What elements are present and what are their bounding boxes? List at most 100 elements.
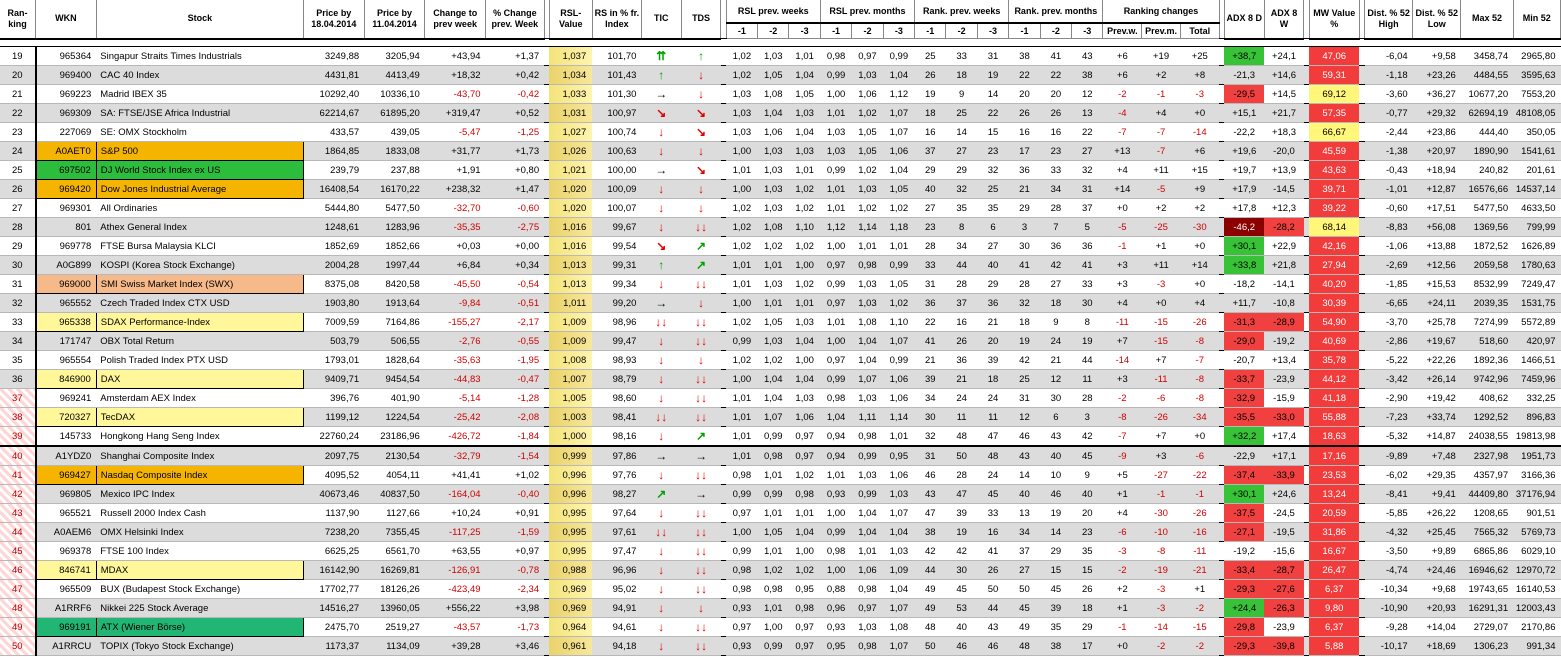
table-row[interactable]: 26 969420 Dow Jones Industrial Average 1640…	[0, 179, 1561, 199]
header-tds[interactable]: TDS	[681, 0, 722, 40]
table-row[interactable]: 44 A0AEM6 OMX Helsinki Index 7238,20 7355,45…	[0, 522, 1561, 542]
rsl-month-cell: 0,98	[820, 388, 852, 408]
table-row[interactable]: 21 969223 Madrid IBEX 35 10292,40 10336,10 -4…	[0, 84, 1561, 104]
header-mw-value[interactable]: MW Value %	[1309, 0, 1360, 40]
min-52-cell: 901,51	[1513, 503, 1561, 523]
rank-month-cell: 16	[1008, 122, 1041, 142]
rank-week-cell: 32	[914, 426, 946, 447]
table-row[interactable]: 46 846741 MDAX 16142,90 16269,81 -126,91 -0,78…	[0, 560, 1561, 580]
rank-week-cell: 33	[977, 503, 1009, 523]
table-row[interactable]: 49 969191 ATX (Wiener Börse) 2475,70 2519,27…	[0, 617, 1561, 637]
table-row[interactable]: 29 969778 FTSE Bursa Malaysia KLCI 1852,69 1…	[0, 236, 1561, 256]
header-dist-high[interactable]: Dist. % 52 High	[1364, 0, 1414, 40]
adx-8w-cell: +21,8	[1264, 255, 1304, 275]
header-stock[interactable]: Stock	[96, 0, 304, 40]
max-52-cell: 1292,52	[1460, 407, 1514, 427]
header-change[interactable]: Change to prev week	[424, 0, 487, 40]
rank-month-cell: 42	[1040, 255, 1072, 275]
table-row[interactable]: 37 969241 Amsterdam AEX Index 396,76 401,90-…	[0, 388, 1561, 408]
table-row[interactable]: 23 227069 SE: OMX Stockholm 433,57 439,05 -5,…	[0, 122, 1561, 142]
table-row[interactable]: 50 A1RRCU TOPIX (Tokyo Stock Exchange) 1173…	[0, 636, 1561, 656]
header-pct-change[interactable]: % Change prev. Week	[485, 0, 545, 40]
price-previous-cell: 1134,09	[364, 636, 425, 656]
rank-week-cell: 24	[977, 465, 1009, 485]
rank-week-cell: 25	[914, 46, 946, 66]
min-52-cell: 1466,51	[1513, 350, 1561, 370]
table-row[interactable]: 45 969378 FTSE 100 Index 6625,25 6561,70 +63,…	[0, 541, 1561, 561]
rsl-month-cell: 0,99	[851, 446, 884, 466]
header-adx-8w[interactable]: ADX 8 W	[1264, 0, 1305, 40]
wkn-cell: 227069	[35, 122, 97, 142]
table-row[interactable]: 33 965338 SDAX Performance-Index 7009,59 716…	[0, 312, 1561, 332]
tic-arrow-icon: →	[655, 87, 668, 101]
table-row[interactable]: 22 969309 SA: FTSE/JSE Africa Industrial 62…	[0, 103, 1561, 123]
stock-name-cell: Nasdaq Composite Index	[95, 465, 304, 485]
change-prev-week-cell: +6	[1102, 65, 1142, 85]
header-wkn[interactable]: WKN	[35, 0, 97, 40]
rank-week-cell: 27	[977, 236, 1009, 256]
table-row[interactable]: 35 965554 Polish Traded Index PTX USD 1793,…	[0, 350, 1561, 370]
header-max[interactable]: Max 52	[1460, 0, 1514, 40]
rank-month-cell: 21	[1008, 179, 1041, 199]
adx-8d-cell: -29,0	[1224, 331, 1265, 351]
table-row[interactable]: 32 965552 Czech Traded Index CTX USD 1903,8…	[0, 293, 1561, 313]
change-total-cell: +0	[1180, 103, 1220, 123]
header-price-current[interactable]: Price by 18.04.2014	[303, 0, 365, 40]
table-row[interactable]: 24 A0AET0 S&P 500 1864,85 1833,08 +31,77 +1,73…	[0, 141, 1561, 161]
rank-week-cell: 31	[977, 46, 1009, 66]
mw-value-cell: 69,12	[1309, 84, 1360, 104]
table-row[interactable]: 30 A0G899 KOSPI (Korea Stock Exchange) 2004…	[0, 255, 1561, 275]
rsl-week-cell: 1,01	[726, 255, 758, 275]
dist-52-low-cell: +23,86	[1412, 122, 1461, 142]
wkn-cell: A1RRF6	[35, 598, 97, 618]
rank-month-cell: 34	[1008, 522, 1041, 542]
tic-trend-cell: ↑	[641, 255, 682, 275]
tic-trend-cell: ↓	[641, 350, 682, 370]
table-row[interactable]: 20 969400 CAC 40 Index 4431,81 4413,49 +18,32…	[0, 65, 1561, 85]
header-price-previous[interactable]: Price by 11.04.2014	[364, 0, 426, 40]
header-rs[interactable]: RS in % fr. Index	[592, 0, 642, 40]
dist-52-high-cell: -6,04	[1364, 46, 1413, 66]
rs-cell: 96,96	[592, 560, 642, 580]
dist-52-low-cell: +36,27	[1412, 84, 1461, 104]
table-row[interactable]: 31 969000 SMI Swiss Market Index (SWX) 8375…	[0, 274, 1561, 294]
rsl-value-cell: 1,021	[549, 160, 593, 180]
rank-month-cell: 12	[1040, 369, 1072, 389]
rs-cell: 99,31	[592, 255, 642, 275]
table-row[interactable]: 38 720327 TecDAX 1199,12 1224,54 -25,42 -2,08 1…	[0, 407, 1561, 427]
table-row[interactable]: 28 801 Athex General Index 1248,61 1283,96 -3…	[0, 217, 1561, 237]
table-row[interactable]: 40 A1YDZ0 Shanghai Composite Index 2097,75 2…	[0, 446, 1561, 466]
table-row[interactable]: 42 969805 Mexico IPC Index 40673,46 40837,50…	[0, 484, 1561, 504]
header-ranking[interactable]: Ran-king	[0, 0, 37, 40]
tic-arrow-icon: ↓	[658, 334, 665, 348]
table-row[interactable]: 43 965521 Russell 2000 Index Cash 1137,90 11…	[0, 503, 1561, 523]
table-row[interactable]: 36 846900 DAX 9409,71 9454,54 -44,83 -0,47 1,00…	[0, 369, 1561, 389]
table-row[interactable]: 34 171747 OBX Total Return 503,79 506,55 -2,7…	[0, 331, 1561, 351]
rank-week-cell: 31	[914, 274, 946, 294]
header-dist-low[interactable]: Dist. % 52 Low	[1412, 0, 1462, 40]
table-row[interactable]: 41 969427 Nasdaq Composite Index 4095,52 405…	[0, 465, 1561, 485]
wkn-cell: A0AEM6	[35, 522, 97, 542]
adx-8d-cell: -22,2	[1224, 122, 1265, 142]
rsl-month-cell: 1,00	[820, 560, 852, 580]
change-total-cell: -14	[1180, 122, 1220, 142]
table-row[interactable]: 27 969301 All Ordinaries 5444,80 5477,50 -32,…	[0, 198, 1561, 218]
header-adx-8d[interactable]: ADX 8 D	[1224, 0, 1265, 40]
table-row[interactable]: 25 697502 DJ World Stock Index ex US 239,79…	[0, 160, 1561, 180]
max-52-cell: 10677,20	[1460, 84, 1514, 104]
table-row[interactable]: 39 145733 Hongkong Hang Seng Index 22760,24…	[0, 426, 1561, 447]
header-rsl[interactable]: RSL-Value	[549, 0, 593, 40]
header-min[interactable]: Min 52	[1513, 0, 1561, 40]
table-row[interactable]: 19 965364 Singapur Straits Times Industria…	[0, 46, 1561, 66]
dist-52-low-cell: +15,53	[1412, 274, 1461, 294]
rsl-month-cell: 0,98	[851, 426, 884, 447]
table-row[interactable]: 47 965509 BUX (Budapest Stock Exchange) 177…	[0, 579, 1561, 599]
adx-8d-cell: +17,9	[1224, 179, 1265, 199]
min-52-cell: 6029,10	[1513, 541, 1561, 561]
price-current-cell: 4095,52	[303, 465, 365, 485]
table-row[interactable]: 48 A1RRF6 Nikkei 225 Stock Average 14516,27…	[0, 598, 1561, 618]
change-cell: -2,76	[424, 331, 486, 351]
rank-week-cell: 50	[914, 636, 946, 656]
header-tic[interactable]: TIC	[641, 0, 682, 40]
pct-change-cell: -2,75	[485, 217, 545, 237]
